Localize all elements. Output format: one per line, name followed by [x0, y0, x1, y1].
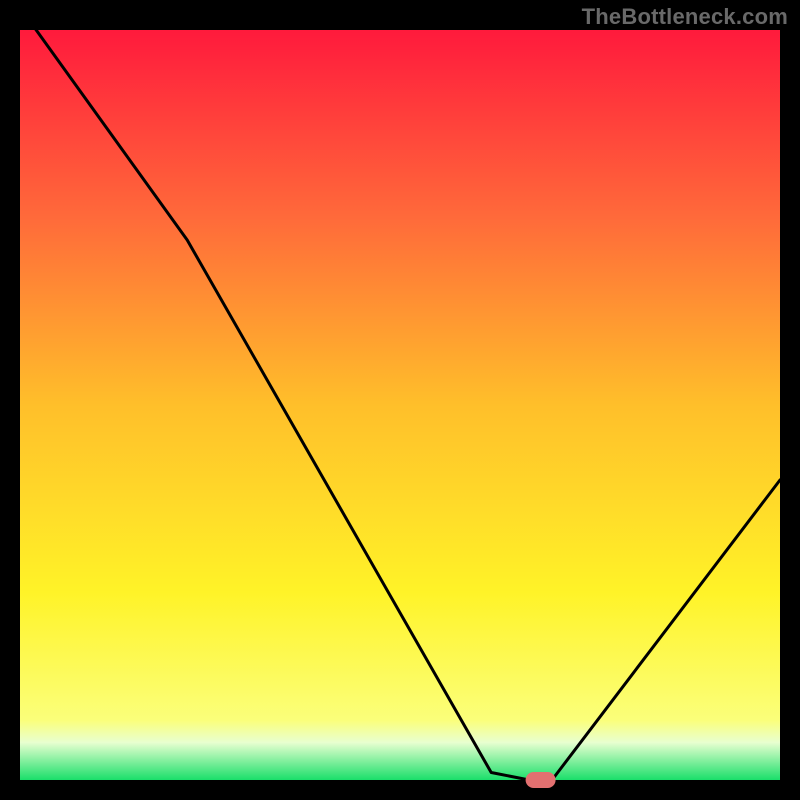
watermark-text: TheBottleneck.com [582, 4, 788, 30]
chart-frame: TheBottleneck.com [0, 0, 800, 800]
bottleneck-plot [0, 0, 800, 800]
plot-background [20, 30, 780, 780]
optimal-marker [526, 772, 556, 788]
